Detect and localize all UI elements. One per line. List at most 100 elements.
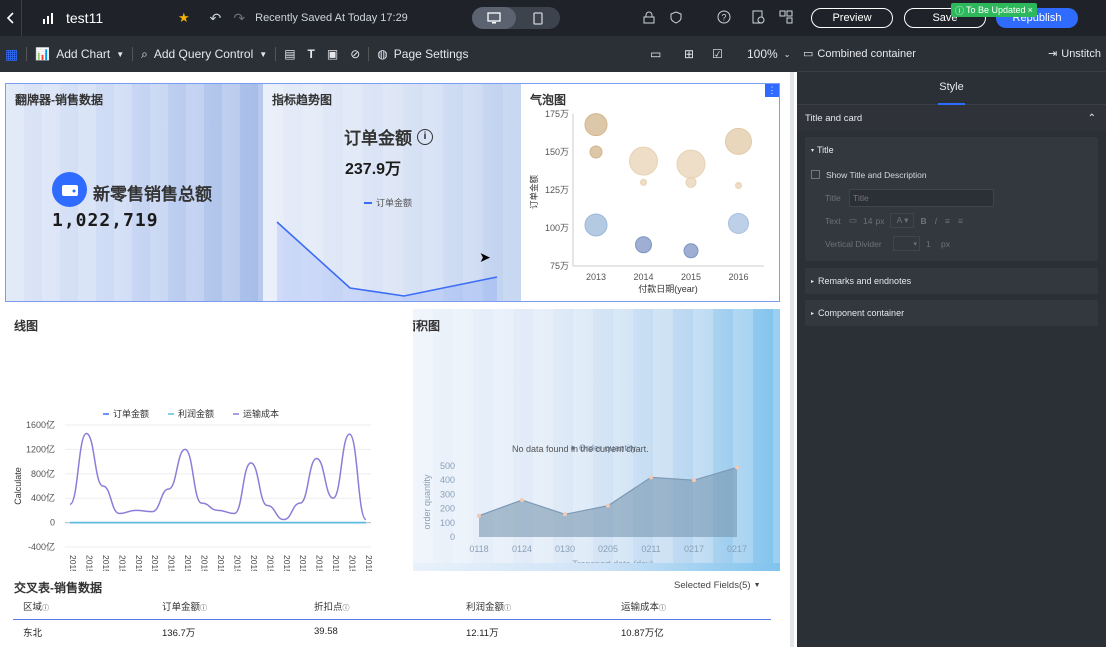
- bold-icon[interactable]: B: [920, 216, 926, 226]
- column-header[interactable]: 利润金额ⓘ: [456, 594, 611, 620]
- y-tick-label: 200: [440, 504, 455, 514]
- vdivider-label: Vertical Divider: [825, 238, 882, 249]
- y-tick-label: 500: [440, 461, 455, 471]
- lock-icon[interactable]: [643, 11, 655, 24]
- table-cell: 东北: [23, 627, 43, 639]
- divider: [26, 47, 28, 61]
- column-header[interactable]: 运输成本ⓘ: [611, 594, 771, 620]
- component-container-label: Component container: [818, 308, 905, 318]
- sparkline-area: [277, 222, 497, 301]
- selected-fields-dropdown[interactable]: Selected Fields(5) ▼: [674, 580, 761, 591]
- monitor-icon[interactable]: ▭: [849, 215, 857, 226]
- image-icon[interactable]: ▣: [327, 47, 338, 61]
- font-size-value[interactable]: 14: [863, 216, 872, 226]
- info-icon: ⓘ: [955, 5, 965, 16]
- tree-icon[interactable]: ⊞: [684, 47, 694, 61]
- unstitch-icon: ⇥: [1048, 48, 1058, 60]
- table-cell: 39.58: [314, 626, 338, 638]
- font-size-unit: px: [875, 215, 885, 226]
- chevron-up-icon[interactable]: ⌃: [1088, 113, 1096, 124]
- component-container-header[interactable]: ▸ Component container: [805, 300, 1098, 326]
- layout-icon[interactable]: ▦: [5, 46, 18, 63]
- component-container-section[interactable]: ▸ Component container: [805, 300, 1098, 326]
- remarks-header[interactable]: ▸ Remarks and endnotes: [805, 268, 1098, 294]
- report-list-icon[interactable]: ▭: [650, 47, 661, 61]
- vdivider-width-input[interactable]: 1: [926, 239, 936, 249]
- check-chart-icon[interactable]: ☑: [712, 47, 723, 61]
- device-toggle[interactable]: [472, 7, 560, 29]
- add-query-control-button[interactable]: ⌕ Add Query Control ▼: [141, 47, 267, 62]
- show-title-label: Show Title and Description: [826, 169, 927, 180]
- info-icon[interactable]: ⓘ: [659, 605, 666, 612]
- data-point: [692, 478, 696, 483]
- redo-icon[interactable]: ↷: [233, 10, 245, 27]
- report-title[interactable]: test11: [66, 10, 176, 26]
- remarks-section[interactable]: ▸ Remarks and endnotes: [805, 268, 1098, 294]
- bubble-chart: 75万 100万 125万 150万 175万 2013 2014 2015 2016 付款日期(…: [529, 109, 764, 294]
- bubble-point: [629, 146, 658, 176]
- y-tick-label: -400亿: [28, 541, 55, 552]
- italic-icon[interactable]: I: [935, 216, 937, 226]
- undo-icon[interactable]: ↶: [210, 10, 222, 27]
- column-header[interactable]: 订单金额ⓘ: [152, 594, 304, 620]
- star-icon[interactable]: ★: [178, 10, 190, 26]
- vdivider-style-select[interactable]: ▾: [893, 236, 920, 251]
- info-icon[interactable]: ⓘ: [504, 605, 511, 612]
- bubble-point: [735, 181, 742, 189]
- settings-icon[interactable]: [751, 10, 765, 24]
- x-tick-label: 0217: [727, 544, 747, 554]
- shield-icon[interactable]: [670, 11, 682, 24]
- title-card-section[interactable]: Title and card ⌃: [797, 105, 1106, 131]
- add-chart-button[interactable]: 📊 Add Chart ▼: [35, 47, 124, 61]
- align-left-icon[interactable]: ≡: [945, 216, 950, 226]
- font-color-icon[interactable]: A ▾: [890, 213, 915, 228]
- bubble-point: [635, 236, 652, 254]
- divider: [132, 47, 134, 61]
- title-group-label: Title: [817, 145, 834, 155]
- close-icon[interactable]: ×: [1028, 5, 1033, 15]
- tab-container-icon[interactable]: ▤: [284, 47, 295, 61]
- share-icon[interactable]: [779, 10, 793, 24]
- mobile-icon[interactable]: [516, 7, 560, 29]
- flip-card[interactable]: 翻牌器-销售数据 新零售销售总额 1,022,719: [6, 84, 263, 301]
- column-header[interactable]: 区域ⓘ: [13, 594, 152, 620]
- query-icon: ⌕: [141, 46, 148, 61]
- x-tick-label: 0124: [512, 544, 532, 554]
- unstitch-button[interactable]: ⇥ Unstitch: [1048, 47, 1101, 61]
- canvas-scrollbar[interactable]: [790, 72, 794, 647]
- panel-tabs: Style: [797, 72, 1106, 105]
- title-group-header[interactable]: ▾ Title: [805, 137, 1098, 163]
- column-header[interactable]: 折扣点ⓘ: [304, 594, 456, 620]
- area-card[interactable]: 面积图 Order quantity0100200300400500order …: [413, 309, 780, 563]
- update-badge: ⓘ To Be Updated ×: [951, 3, 1037, 17]
- info-icon[interactable]: ⓘ: [200, 605, 207, 612]
- title-input[interactable]: [849, 188, 994, 207]
- desktop-icon[interactable]: [472, 7, 516, 29]
- info-icon[interactable]: ⓘ: [42, 605, 49, 612]
- help-icon[interactable]: ?: [717, 10, 731, 24]
- y-tick-label: 400: [440, 475, 455, 485]
- chart-icon: 📊: [35, 47, 51, 61]
- bubble-card[interactable]: 气泡图 ⋮ 75万 100万 125万 150万 175万 2013 2014 2015 201…: [521, 84, 779, 301]
- page-settings-button[interactable]: ◍ Page Settings: [377, 47, 468, 61]
- trend-card[interactable]: 指标趋势图 订单金额 i 237.9万 订单金额 ➤: [263, 84, 521, 301]
- legend-label: 订单金额: [113, 408, 149, 419]
- crosstab-table: 区域ⓘ 订单金额ⓘ 折扣点ⓘ 利润金额ⓘ 运输成本ⓘ 东北 136.7万 39.…: [13, 594, 771, 644]
- preview-button[interactable]: Preview: [811, 8, 893, 28]
- save-status: Recently Saved At Today 17:29: [255, 12, 408, 24]
- show-title-checkbox[interactable]: [811, 170, 820, 179]
- info-icon[interactable]: ⓘ: [343, 605, 350, 612]
- text-icon[interactable]: T: [308, 47, 315, 61]
- add-query-label: Add Query Control: [153, 47, 254, 61]
- show-title-row: Show Title and Description: [805, 163, 1098, 186]
- crosstab-card[interactable]: 交叉表-销售数据 Selected Fields(5) ▼ 区域ⓘ 订单金额ⓘ …: [5, 571, 780, 647]
- align-center-icon[interactable]: ≡: [958, 216, 963, 226]
- tab-style[interactable]: Style: [938, 72, 965, 105]
- link-icon[interactable]: ⊘: [350, 47, 360, 61]
- y-tick-label: 125万: [545, 185, 569, 195]
- x-tick-label: 0205: [598, 544, 618, 554]
- title-label: Title: [825, 192, 841, 203]
- back-icon[interactable]: [0, 0, 22, 36]
- chevron-down-icon: ▼: [753, 582, 761, 589]
- zoom-select[interactable]: 100% ⌄: [747, 47, 790, 61]
